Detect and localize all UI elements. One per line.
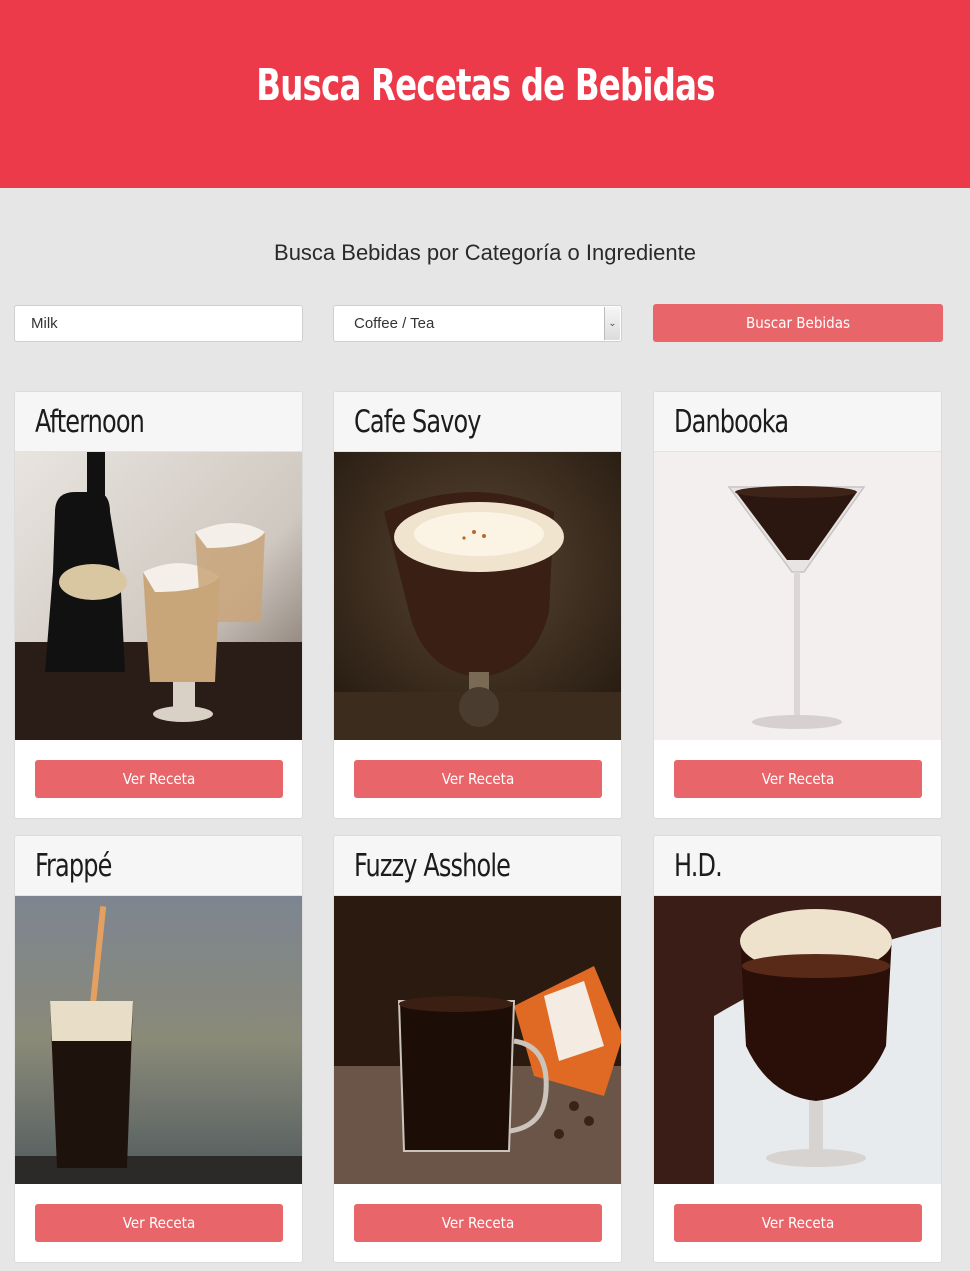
- drink-title: Danbooka: [674, 404, 789, 440]
- drink-image: [334, 896, 621, 1184]
- drink-image: [334, 452, 621, 740]
- drink-image: [654, 452, 941, 740]
- card-header: Danbooka: [654, 392, 941, 452]
- category-select-value: Coffee / Tea: [354, 315, 435, 332]
- search-button[interactable]: Buscar Bebidas: [653, 304, 943, 342]
- drink-card: Afternoon Ver Receta: [14, 391, 303, 819]
- drink-title: H.D.: [674, 848, 723, 884]
- chevron-down-icon[interactable]: ⌄: [604, 307, 620, 340]
- search-subtitle: Busca Bebidas por Categoría o Ingredient…: [274, 240, 696, 265]
- view-recipe-button[interactable]: Ver Receta: [35, 760, 283, 798]
- view-recipe-button[interactable]: Ver Receta: [674, 760, 922, 798]
- drink-title: Fuzzy Asshole: [354, 848, 511, 884]
- card-header: Frappé: [15, 836, 302, 896]
- drink-title: Frappé: [35, 848, 112, 884]
- drink-card: Frappé Ver Receta: [14, 835, 303, 1263]
- drink-image: [15, 452, 302, 740]
- page-title: Busca Recetas de Bebidas: [255, 59, 715, 111]
- view-recipe-button[interactable]: Ver Receta: [354, 1204, 602, 1242]
- drink-image: [654, 896, 941, 1184]
- drink-card: Danbooka Ver Receta: [653, 391, 942, 819]
- card-header: H.D.: [654, 836, 941, 896]
- card-header: Afternoon: [15, 392, 302, 452]
- drink-card: Fuzzy Asshole Ver Receta: [333, 835, 622, 1263]
- view-recipe-button[interactable]: Ver Receta: [674, 1204, 922, 1242]
- drink-title: Afternoon: [35, 404, 145, 440]
- drink-card: Cafe Savoy Ver Receta: [333, 391, 622, 819]
- drink-card: H.D. Ver Receta: [653, 835, 942, 1263]
- view-recipe-button[interactable]: Ver Receta: [354, 760, 602, 798]
- ingredient-input[interactable]: [14, 305, 303, 342]
- page-header: Busca Recetas de Bebidas: [0, 0, 970, 188]
- category-select[interactable]: Coffee / Tea ⌄: [333, 305, 622, 342]
- card-header: Cafe Savoy: [334, 392, 621, 452]
- card-header: Fuzzy Asshole: [334, 836, 621, 896]
- drink-image: [15, 896, 302, 1184]
- view-recipe-button[interactable]: Ver Receta: [35, 1204, 283, 1242]
- drink-title: Cafe Savoy: [354, 404, 482, 440]
